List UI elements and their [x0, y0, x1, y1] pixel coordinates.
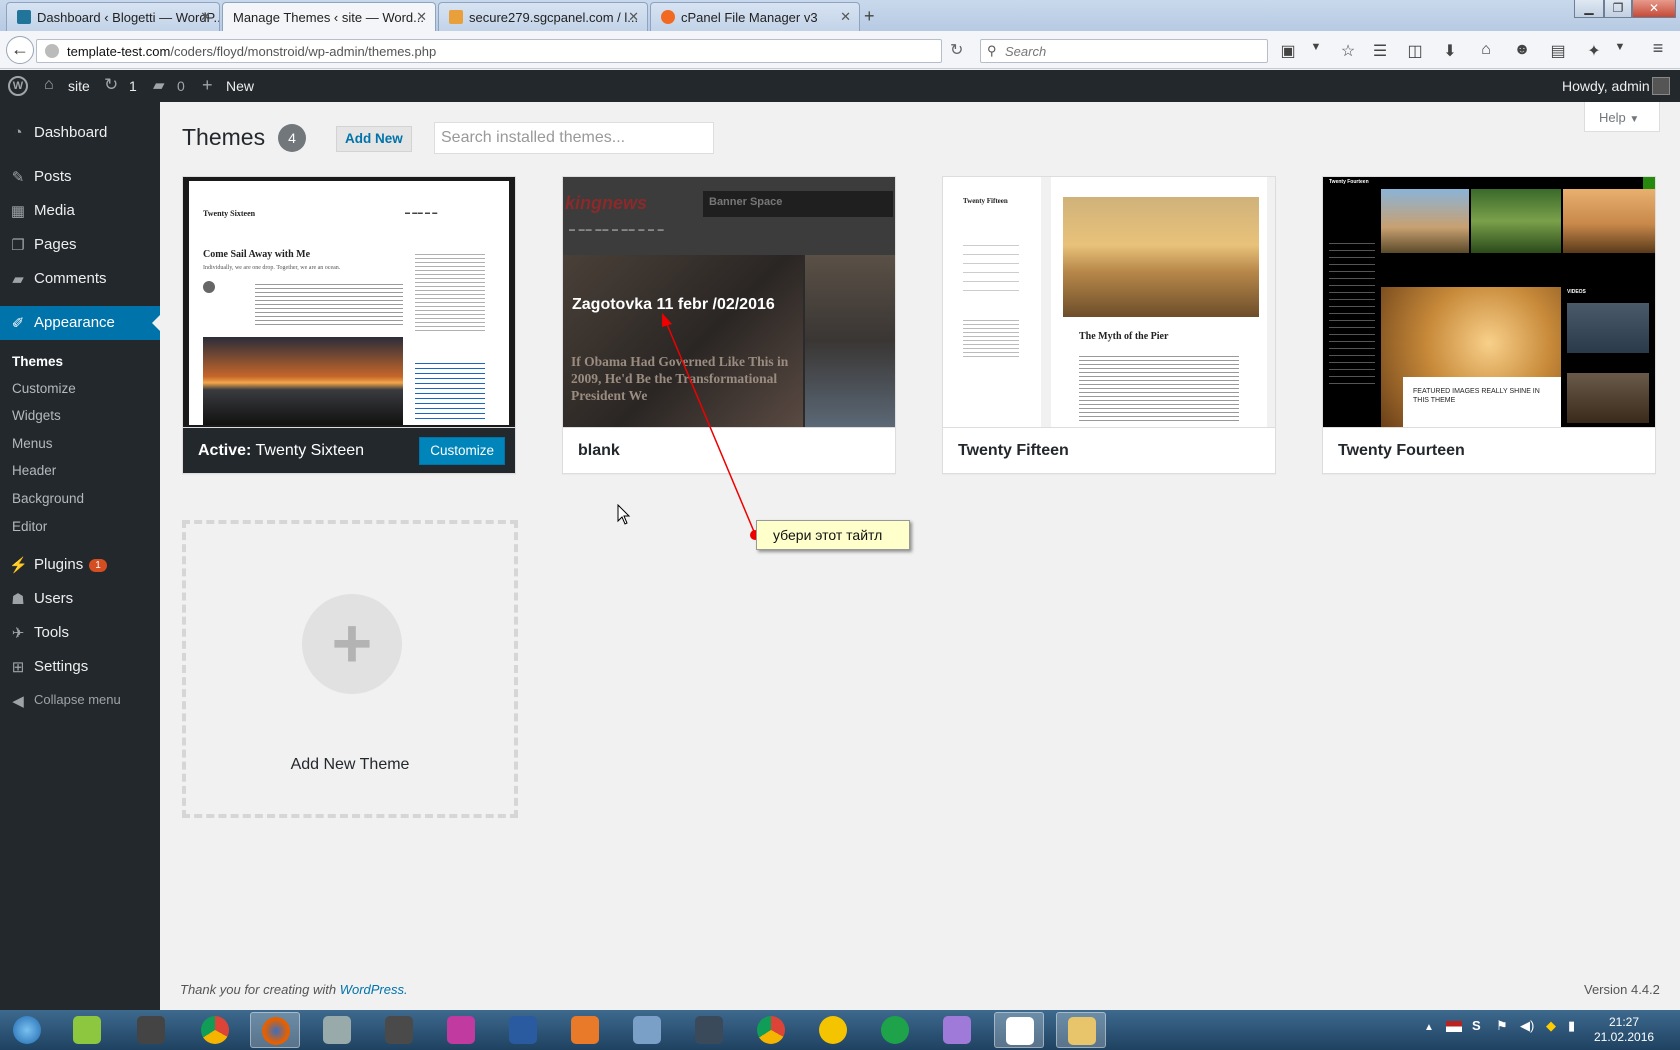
- language-flag-icon[interactable]: [1446, 1021, 1462, 1032]
- start-button[interactable]: [2, 1012, 54, 1048]
- pdf-icon[interactable]: [560, 1012, 610, 1048]
- tray-expand-icon[interactable]: ▲: [1424, 1022, 1434, 1033]
- calculator-icon[interactable]: [622, 1012, 672, 1048]
- skype-icon[interactable]: [994, 1012, 1044, 1048]
- clock-time: 21:27: [1608, 1015, 1640, 1029]
- flag-icon[interactable]: ⚑: [1496, 1018, 1508, 1034]
- chrome-icon[interactable]: [746, 1012, 796, 1048]
- jetbrains-icon[interactable]: [684, 1012, 734, 1048]
- floppy-icon[interactable]: [498, 1012, 548, 1048]
- skype-tray-icon[interactable]: S: [1472, 1018, 1481, 1033]
- footer-thanks: Thank you for creating with WordPress.: [180, 982, 408, 997]
- mouse-cursor-icon: [617, 504, 631, 525]
- folder-icon[interactable]: [1056, 1012, 1106, 1048]
- tray-app-icon[interactable]: ◆: [1546, 1018, 1556, 1034]
- firefox-icon[interactable]: [250, 1012, 300, 1048]
- taskbar-app[interactable]: [126, 1012, 176, 1048]
- sublime-icon[interactable]: [374, 1012, 424, 1048]
- taskbar-app[interactable]: [808, 1012, 858, 1048]
- skype-icon[interactable]: [870, 1012, 920, 1048]
- windows-taskbar: ▲ S ⚑ ◀) ◆ ▮: [0, 1010, 1680, 1050]
- taskbar-app[interactable]: [932, 1012, 982, 1048]
- taskbar-app[interactable]: [62, 1012, 112, 1048]
- clock-date: 21.02.2016: [1594, 1030, 1655, 1044]
- chrome-icon[interactable]: [190, 1012, 240, 1048]
- taskbar-app[interactable]: [312, 1012, 362, 1048]
- network-icon[interactable]: ▮: [1568, 1018, 1575, 1034]
- footer-thanks-text: Thank you for creating with: [180, 982, 337, 997]
- volume-icon[interactable]: ◀): [1520, 1018, 1534, 1034]
- annotation-note: убери этот тайтл: [756, 520, 910, 550]
- taskbar-app[interactable]: [436, 1012, 486, 1048]
- footer-version: Version 4.4.2: [1584, 982, 1660, 997]
- taskbar-clock[interactable]: 21:27 21.02.2016: [1594, 1015, 1654, 1045]
- wordpress-link[interactable]: WordPress.: [340, 982, 408, 997]
